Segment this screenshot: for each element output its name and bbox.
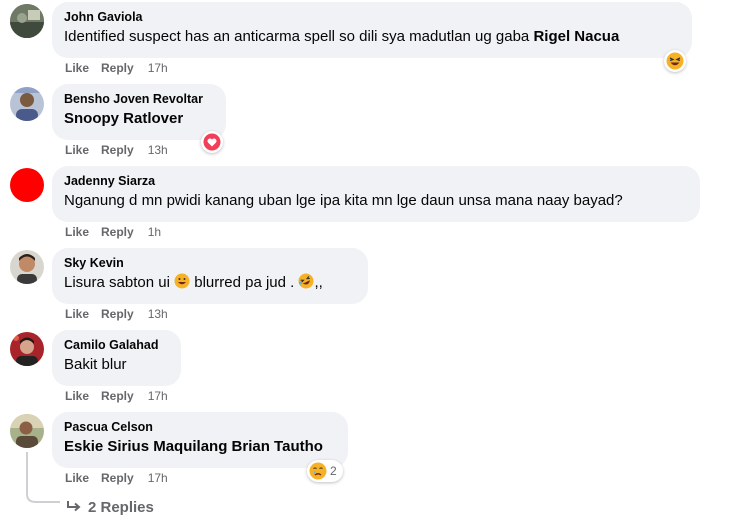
avatar[interactable] xyxy=(10,87,44,121)
like-button[interactable]: Like xyxy=(65,389,89,403)
comment-bubble: John Gaviola Identified suspect has an a… xyxy=(52,2,692,58)
avatar[interactable] xyxy=(10,250,44,284)
reply-button[interactable]: Reply xyxy=(101,143,134,157)
reaction-badge[interactable] xyxy=(664,50,686,72)
timestamp[interactable]: 17h xyxy=(148,61,168,75)
mention-link[interactable]: Eskie Sirius Maquilang Brian Tautho xyxy=(64,438,323,455)
comment-actions: Like Reply 1h xyxy=(65,225,173,239)
heart-icon xyxy=(203,133,221,151)
timestamp[interactable]: 17h xyxy=(148,471,168,485)
comment-bubble: Sky Kevin Lisura sabton ui blurred pa ju… xyxy=(52,248,368,304)
mention-link[interactable]: Rigel Nacua xyxy=(533,28,619,45)
mention-link[interactable]: Snoopy Ratlover xyxy=(64,110,183,127)
avatar[interactable] xyxy=(10,168,44,202)
comment-actions: Like Reply 17h xyxy=(65,61,180,75)
grinning-emoji-icon xyxy=(174,273,190,289)
rofl-emoji-icon xyxy=(298,273,314,289)
reply-button[interactable]: Reply xyxy=(101,471,134,485)
reaction-count: 2 xyxy=(330,464,337,478)
comment-text: Identified suspect has an anticarma spel… xyxy=(64,28,620,45)
timestamp[interactable]: 13h xyxy=(148,143,168,157)
comment-text: Nganung d mn pwidi kanang uban lge ipa k… xyxy=(64,192,623,209)
comment-author[interactable]: Sky Kevin xyxy=(64,255,356,271)
comment-bubble: Bensho Joven Revoltar Snoopy Ratlover xyxy=(52,84,226,140)
view-replies-link[interactable]: 2 Replies xyxy=(66,499,154,516)
comment-author[interactable]: Bensho Joven Revoltar xyxy=(64,91,214,107)
reply-button[interactable]: Reply xyxy=(101,307,134,321)
comment-actions: Like Reply 13h xyxy=(65,307,180,321)
comment-author[interactable]: Pascua Celson xyxy=(64,419,336,435)
reply-button[interactable]: Reply xyxy=(101,61,134,75)
comment-actions: Like Reply 17h xyxy=(65,471,180,485)
reply-arrow-icon xyxy=(67,501,81,512)
timestamp[interactable]: 13h xyxy=(148,307,168,321)
like-button[interactable]: Like xyxy=(65,143,89,157)
comment-author[interactable]: John Gaviola xyxy=(64,9,680,25)
comment-text: Lisura sabton ui blurred pa jud . ,, xyxy=(64,273,356,293)
replies-count-label[interactable]: 2 Replies xyxy=(88,499,154,516)
comment-text: Bakit blur xyxy=(64,356,127,373)
like-button[interactable]: Like xyxy=(65,471,89,485)
comment-bubble: Jadenny Siarza Nganung d mn pwidi kanang… xyxy=(52,166,700,222)
comment-text: Eskie Sirius Maquilang Brian Tautho xyxy=(64,437,336,457)
like-button[interactable]: Like xyxy=(65,61,89,75)
avatar[interactable] xyxy=(10,332,44,366)
comment-actions: Like Reply 13h xyxy=(65,143,180,157)
reply-button[interactable]: Reply xyxy=(101,225,134,239)
comment-bubble: Pascua Celson Eskie Sirius Maquilang Bri… xyxy=(52,412,348,468)
reaction-badge[interactable] xyxy=(201,131,223,153)
like-button[interactable]: Like xyxy=(65,225,89,239)
comment-bubble: Camilo Galahad Bakit blur xyxy=(52,330,181,386)
timestamp[interactable]: 1h xyxy=(148,225,161,239)
comment-author[interactable]: Jadenny Siarza xyxy=(64,173,688,189)
comment-text: Snoopy Ratlover xyxy=(64,109,214,129)
reaction-badge[interactable]: 2 xyxy=(307,460,343,482)
thread-curve xyxy=(26,484,60,503)
reply-button[interactable]: Reply xyxy=(101,389,134,403)
timestamp[interactable]: 17h xyxy=(148,389,168,403)
laughing-emoji-icon xyxy=(666,52,684,70)
avatar[interactable] xyxy=(10,414,44,448)
comment-actions: Like Reply 17h xyxy=(65,389,180,403)
avatar[interactable] xyxy=(10,4,44,38)
like-button[interactable]: Like xyxy=(65,307,89,321)
comment-author[interactable]: Camilo Galahad xyxy=(64,337,169,353)
crying-emoji-icon xyxy=(309,462,327,480)
